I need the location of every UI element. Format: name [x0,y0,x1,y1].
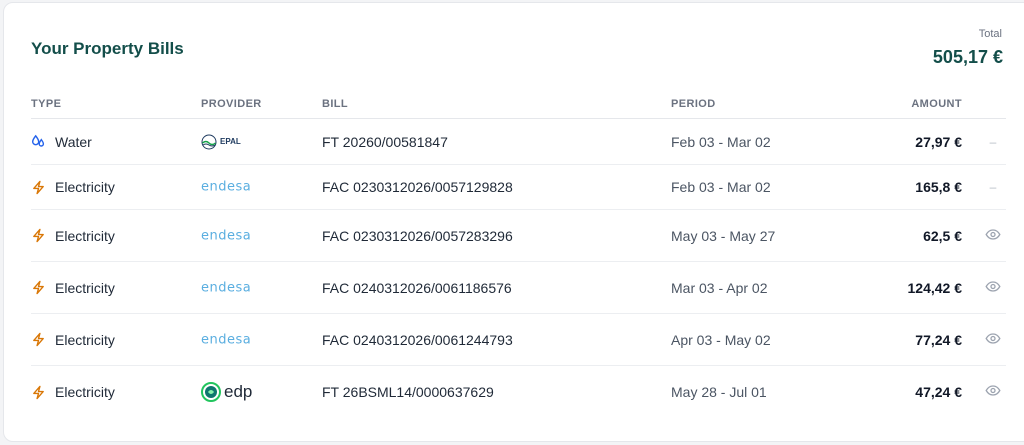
lightning-icon [31,332,46,347]
column-header-provider: PROVIDER [201,98,262,110]
endesa-logo: endesa [201,280,252,295]
lightning-icon [31,180,46,195]
bill-period: Feb 03 - Mar 02 [671,179,771,195]
type-cell: Electricity [31,332,115,348]
type-cell: Electricity [31,384,115,400]
bill-number: FT 26BSML14/0000637629 [322,384,494,400]
type-cell: Electricity [31,179,115,195]
view-bill-button[interactable] [984,383,1002,402]
card-title: Your Property Bills [31,39,184,58]
bill-number: FAC 0230312026/0057129828 [322,179,513,195]
bill-amount: 165,8 € [915,179,962,195]
no-action-dash: – [989,180,997,194]
bill-period: Apr 03 - May 02 [671,331,771,348]
table-row[interactable]: Electricity edp FT 26BSML14/0000637629 M… [31,366,1006,418]
bill-period: Mar 03 - Apr 02 [671,279,768,296]
table-row[interactable]: Electricity endesa FAC 0240312026/006118… [31,262,1006,314]
eye-icon [985,280,1001,297]
property-bills-card: Your Property Bills Total 505,17 € TYPE … [3,2,1024,442]
type-cell: Water [31,134,92,150]
eye-icon [985,385,1001,402]
bill-period: May 03 - May 27 [671,227,776,244]
bill-period: Feb 03 - Mar 02 [671,133,771,150]
bill-period: May 28 - Jul 01 [671,384,767,400]
view-bill-button[interactable] [984,226,1002,245]
lightning-icon [31,280,46,295]
type-label: Electricity [55,384,115,400]
bills-table: TYPE PROVIDER BILL PERIOD AMOUNT Water E… [31,91,1006,418]
table-row[interactable]: Water EPAL FT 20260/00581847 Feb 03 - Ma… [31,119,1006,165]
lightning-icon [31,228,46,243]
bill-amount: 62,5 € [923,227,962,244]
view-bill-button[interactable] [984,330,1002,349]
bill-amount: 47,24 € [915,384,962,400]
edp-logo: edp [201,382,252,402]
column-header-amount: AMOUNT [911,98,962,110]
endesa-logo: endesa [201,332,252,347]
bill-number: FT 20260/00581847 [322,133,448,150]
total-label: Total [978,28,1002,40]
type-label: Electricity [55,331,115,348]
type-label: Electricity [55,227,115,244]
table-row[interactable]: Electricity endesa FAC 0230312026/005728… [31,210,1006,262]
bill-number: FAC 0230312026/0057283296 [322,227,513,244]
bill-amount: 77,24 € [915,331,962,348]
total-value: 505,17 € [932,47,1003,67]
table-row[interactable]: Electricity endesa FAC 0240312026/006124… [31,314,1006,366]
column-header-bill: BILL [322,98,349,110]
no-action-dash: – [989,134,997,149]
eye-icon [985,228,1001,245]
provider-cell: EPAL [201,134,241,150]
column-header-period: PERIOD [671,98,716,110]
lightning-icon [31,385,46,400]
provider-cell: edp [201,382,252,402]
eye-icon [985,332,1001,349]
type-cell: Electricity [31,280,115,296]
bill-number: FAC 0240312026/0061186576 [322,279,512,296]
view-bill-button[interactable] [984,278,1002,297]
epal-logo: EPAL [201,134,241,150]
type-cell: Electricity [31,228,115,244]
column-header-type: TYPE [31,98,62,110]
type-label: Electricity [55,279,115,296]
bill-amount: 124,42 € [907,279,963,296]
bill-amount: 27,97 € [915,133,962,150]
endesa-logo: endesa [201,179,252,195]
type-label: Water [55,133,92,150]
table-header: TYPE PROVIDER BILL PERIOD AMOUNT [31,91,1006,119]
water-drop-icon [31,134,46,149]
type-label: Electricity [55,179,115,195]
bill-number: FAC 0240312026/0061244793 [322,331,513,348]
table-row[interactable]: Electricity endesa FAC 0230312026/005712… [31,165,1006,210]
endesa-logo: endesa [201,228,252,243]
